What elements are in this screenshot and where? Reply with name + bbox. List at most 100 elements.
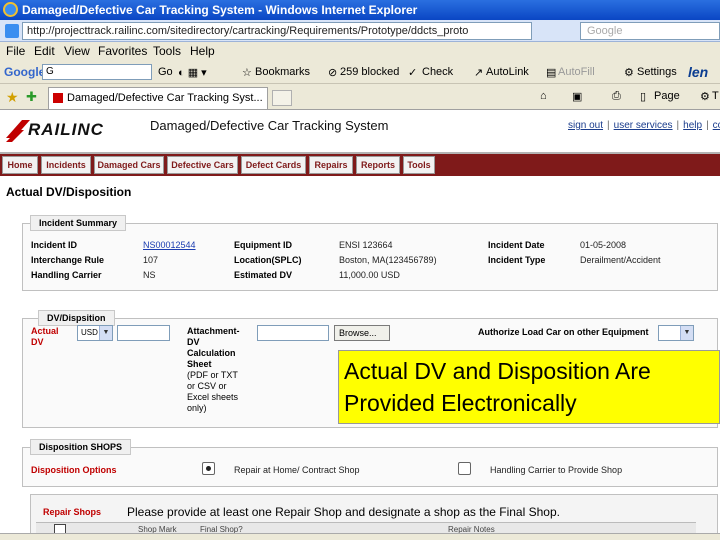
page-menu[interactable]: Page xyxy=(654,90,680,102)
google-go-button[interactable]: Go xyxy=(158,66,173,78)
nav-home[interactable]: Home xyxy=(2,156,38,174)
settings-icon: ⚙ xyxy=(624,67,634,79)
repair-shops-label: Repair Shops xyxy=(43,507,102,517)
location-value: Boston, MA(123456789) xyxy=(339,255,437,265)
menu-edit[interactable]: Edit xyxy=(34,44,55,58)
page-icon: ▯ xyxy=(640,91,647,103)
menu-favorites[interactable]: Favorites xyxy=(98,44,147,58)
add-favorites-icon[interactable]: ✚ xyxy=(26,89,37,105)
toolbar-icons: ◐ ▦ ▾ xyxy=(178,67,207,79)
search-input[interactable]: Google xyxy=(580,22,720,40)
location-label: Location(SPLC) xyxy=(234,255,302,265)
print-icon[interactable]: ⎙ xyxy=(612,90,621,103)
interchange-rule-value: 107 xyxy=(143,255,159,265)
contact-link[interactable]: con xyxy=(713,120,720,131)
chevron-down-icon: ▼ xyxy=(99,326,112,340)
feeds-icon[interactable]: ▣ xyxy=(572,90,582,103)
browse-button[interactable]: Browse... xyxy=(334,325,390,341)
app-title: Damaged/Defective Car Tracking System xyxy=(150,118,389,133)
actual-dv-input[interactable] xyxy=(117,325,170,341)
railinc-logo: RAILINC xyxy=(4,116,132,144)
page-title: Actual DV/Disposition xyxy=(6,185,132,199)
estimated-dv-value: 11,000.00 USD xyxy=(339,270,400,280)
nav-repairs[interactable]: Repairs xyxy=(309,156,353,174)
estimated-dv-label: Estimated DV xyxy=(234,270,293,280)
autolink-icon: ↗ xyxy=(474,67,484,79)
authorize-load-label: Authorize Load Car on other Equipment xyxy=(478,327,649,337)
bookmarks-button[interactable]: Bookmarks xyxy=(255,66,310,78)
handling-carrier-radio[interactable] xyxy=(458,462,471,475)
authorize-load-select[interactable]: ▼ xyxy=(658,325,694,341)
popup-blocked-count[interactable]: 259 blocked xyxy=(340,66,399,78)
menu-file[interactable]: File xyxy=(6,44,25,58)
incident-date-value: 01-05-2008 xyxy=(580,240,627,250)
user-services-link[interactable]: user services xyxy=(614,120,673,131)
check-button[interactable]: Check xyxy=(422,66,453,78)
equipment-id-label: Equipment ID xyxy=(234,240,292,250)
handling-carrier-label: Handling Carrier xyxy=(31,270,102,280)
help-link[interactable]: help xyxy=(683,120,702,131)
home-icon[interactable]: ⌂ xyxy=(540,90,547,102)
callout-annotation: Actual DV and Disposition Are Provided E… xyxy=(338,350,720,424)
menu-bar: File Edit View Favorites Tools Help xyxy=(0,42,720,60)
equipment-id-value: ENSI 123664 xyxy=(339,240,393,250)
autolink-button[interactable]: AutoLink xyxy=(486,66,529,78)
nav-tools[interactable]: Tools xyxy=(403,156,435,174)
tab-bar: ★ ✚ Damaged/Defective Car Tracking Syst.… xyxy=(0,84,720,110)
interchange-rule-label: Interchange Rule xyxy=(31,255,105,265)
handling-carrier-shop-label: Handling Carrier to Provide Shop xyxy=(490,465,623,475)
sign-out-link[interactable]: sign out xyxy=(568,120,603,131)
callout-line-1: Actual DV and Disposition Are xyxy=(344,358,651,384)
handling-carrier-value: NS xyxy=(143,270,156,280)
menu-tools[interactable]: Tools xyxy=(153,44,181,58)
status-bar xyxy=(0,533,720,540)
toolbar-brand-logo: len xyxy=(688,64,709,80)
repair-home-radio[interactable] xyxy=(202,462,215,475)
attachment-file-input[interactable] xyxy=(257,325,329,341)
bookmarks-icon: ☆ xyxy=(242,67,252,79)
chevron-down-icon: ▼ xyxy=(680,326,693,340)
browser-tab[interactable]: Damaged/Defective Car Tracking Syst... xyxy=(48,87,268,109)
nav-defect-cards[interactable]: Defect Cards xyxy=(241,156,306,174)
menu-view[interactable]: View xyxy=(64,44,90,58)
incident-id-link[interactable]: NS00012544 xyxy=(143,240,196,250)
autofill-button[interactable]: AutoFill xyxy=(558,66,595,78)
callout-line-2: Provided Electronically xyxy=(344,390,577,416)
tools-menu[interactable]: T xyxy=(712,90,719,102)
nav-reports[interactable]: Reports xyxy=(356,156,400,174)
new-tab-button[interactable] xyxy=(272,90,292,106)
google-search-input[interactable]: G xyxy=(42,64,152,80)
menu-help[interactable]: Help xyxy=(190,44,215,58)
popup-blocker-icon: ⊘ xyxy=(328,67,338,79)
disposition-options-label: Disposition Options xyxy=(31,465,117,475)
repair-shops-notice: Please provide at least one Repair Shop … xyxy=(127,505,560,519)
settings-button[interactable]: Settings xyxy=(637,66,677,78)
window-title: Damaged/Defective Car Tracking System - … xyxy=(22,3,418,17)
main-nav: Home Incidents Damaged Cars Defective Ca… xyxy=(0,152,720,176)
autofill-icon: ▤ xyxy=(546,67,557,79)
spellcheck-icon: ✓ xyxy=(408,67,418,79)
currency-select[interactable]: USD ▼ xyxy=(77,325,113,341)
logo-text: RAILINC xyxy=(28,120,104,139)
google-logo: Google xyxy=(4,65,46,79)
header-links: sign out|user services|help|con xyxy=(568,120,720,131)
incident-type-label: Incident Type xyxy=(488,255,546,265)
google-toolbar: Google G Go ◐ ▦ ▾ ☆ Bookmarks ⊘ 259 bloc… xyxy=(0,60,720,84)
nav-incidents[interactable]: Incidents xyxy=(41,156,91,174)
incident-id-label: Incident ID xyxy=(31,240,78,250)
incident-date-label: Incident Date xyxy=(488,240,545,250)
repair-home-label: Repair at Home/ Contract Shop xyxy=(234,465,360,475)
actual-dv-label: Actual DV xyxy=(31,326,59,347)
incident-summary-heading: Incident Summary xyxy=(30,215,127,231)
nav-damaged-cars[interactable]: Damaged Cars xyxy=(94,156,164,174)
page-icon xyxy=(5,24,19,38)
favorites-star-icon[interactable]: ★ xyxy=(6,89,19,106)
url-input[interactable]: http://projecttrack.railinc.com/sitedire… xyxy=(22,22,532,40)
address-bar: http://projecttrack.railinc.com/sitedire… xyxy=(0,20,720,42)
incident-type-value: Derailment/Accident xyxy=(580,255,661,265)
attachment-label: Attachment- DV Calculation Sheet (PDF or… xyxy=(187,326,240,413)
app-header: RAILINC Damaged/Defective Car Tracking S… xyxy=(0,110,720,150)
nav-defective-cars[interactable]: Defective Cars xyxy=(167,156,238,174)
window-titlebar: Damaged/Defective Car Tracking System - … xyxy=(0,0,720,20)
disposition-shops-heading: Disposition SHOPS xyxy=(30,439,132,455)
